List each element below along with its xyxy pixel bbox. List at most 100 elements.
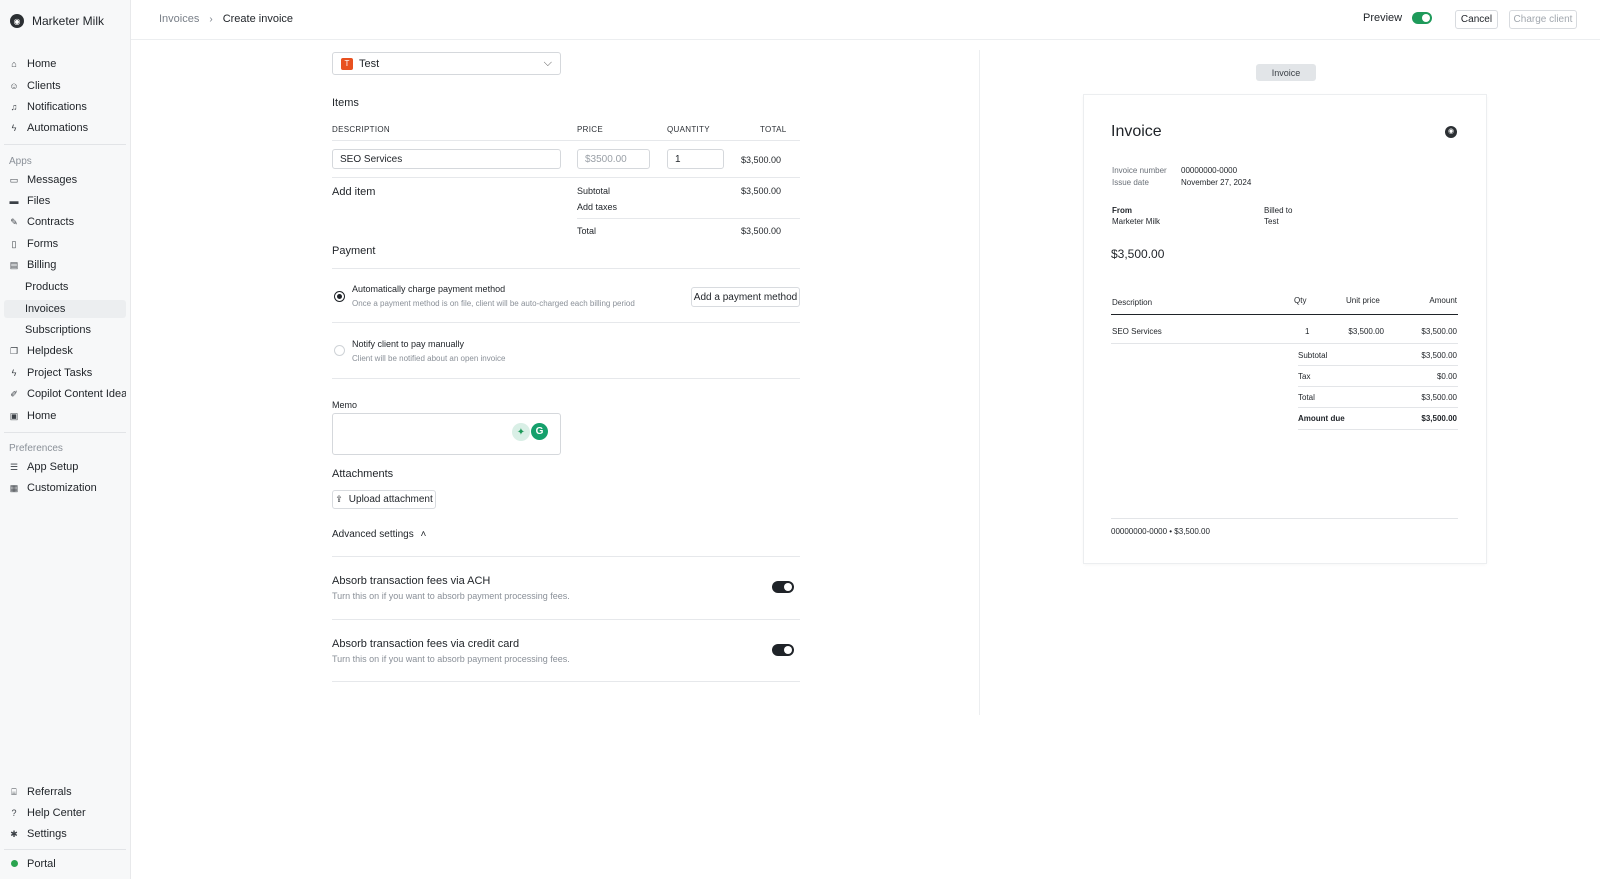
row-description: SEO Services [1112, 327, 1162, 336]
from-value: Marketer Milk [1112, 217, 1161, 226]
bell-icon: ♫ [10, 102, 18, 112]
total-value: $3,500.00 [741, 226, 782, 236]
gift-icon: ⌸ [11, 786, 17, 797]
summary-divider [1298, 365, 1458, 366]
sidebar-item-app-setup[interactable]: ☰ App Setup [4, 458, 126, 476]
add-payment-method-button[interactable]: Add a payment method [691, 287, 800, 307]
from-label: From [1112, 206, 1132, 215]
users-icon: ☺ [9, 81, 19, 91]
book-icon: ❐ [9, 345, 19, 356]
billed-to-label: Billed to [1264, 206, 1293, 215]
cc-toggle[interactable] [772, 644, 794, 656]
tax-label: Tax [1298, 372, 1311, 381]
amount-due-value: $3,500.00 [1421, 414, 1457, 423]
divider [332, 268, 800, 269]
divider [332, 177, 800, 178]
sidebar-item-portal[interactable]: Portal [4, 855, 126, 873]
sidebar-item-subscriptions[interactable]: Subscriptions [4, 321, 126, 339]
sidebar-item-notifications[interactable]: ♫ Notifications [4, 98, 126, 116]
invoice-number-label: Invoice number [1112, 166, 1167, 175]
memo-label: Memo [332, 400, 358, 410]
sidebar-item-messages[interactable]: ▭ Messages [4, 171, 126, 189]
preview-toggle-group: Preview [1363, 12, 1433, 24]
divider [332, 556, 800, 557]
message-icon: ▭ [9, 174, 19, 185]
amount-due-label: Amount due [1298, 414, 1345, 423]
col-quantity: QUANTITY [667, 125, 710, 134]
col-description: Description [1112, 298, 1153, 307]
upload-attachment-button[interactable]: ⇪ Upload attachment [332, 490, 436, 509]
table-header-rule [1111, 314, 1458, 315]
row-qty: 1 [1305, 327, 1310, 336]
table-row-divider [1111, 343, 1458, 344]
preview-label: Preview [1363, 12, 1403, 24]
lightbulb-icon[interactable]: ✦ [512, 423, 530, 441]
sidebar-item-settings[interactable]: ✱ Settings [4, 825, 126, 843]
folder-icon: ▬ [9, 196, 19, 206]
tax-value: $0.00 [1436, 372, 1457, 381]
issue-date-label: Issue date [1112, 178, 1149, 187]
top-bar: Invoices › Create invoice Preview Cancel… [131, 0, 1600, 40]
sidebar-item-project-tasks[interactable]: ϟ Project Tasks [4, 364, 126, 382]
add-taxes-link[interactable]: Add taxes [577, 202, 617, 212]
sidebar-divider [4, 432, 126, 433]
billing-icon: ▤ [9, 259, 19, 270]
breadcrumb-invoices[interactable]: Invoices [159, 13, 199, 25]
cc-title: Absorb transaction fees via credit card [332, 638, 520, 650]
preview-toggle[interactable] [1412, 12, 1433, 24]
brand-name: Marketer Milk [32, 14, 105, 28]
building-icon: ▣ [9, 410, 19, 421]
items-heading: Items [332, 97, 359, 109]
sidebar-item-forms[interactable]: ▯ Forms [4, 235, 126, 253]
sidebar-item-clients[interactable]: ☺ Clients [4, 77, 126, 95]
gear-icon: ✱ [10, 828, 18, 839]
contract-icon: ✎ [10, 216, 18, 227]
sidebar-item-helpdesk[interactable]: ❐ Helpdesk [4, 342, 126, 360]
item-price-input[interactable]: $3500.00 [577, 149, 650, 169]
footer-divider [1111, 518, 1458, 519]
sidebar-item-files[interactable]: ▬ Files [4, 192, 126, 210]
sidebar-item-home[interactable]: ⌂ Home [4, 55, 126, 73]
total-label: Total [577, 226, 597, 236]
sidebar-item-products[interactable]: Products [4, 278, 126, 296]
add-item-link[interactable]: Add item [332, 186, 375, 198]
col-total: TOTAL [760, 125, 787, 134]
upload-icon: ⇪ [335, 494, 343, 504]
grammarly-icon[interactable]: G [531, 423, 548, 440]
breadcrumb-current: Create invoice [222, 13, 294, 25]
sidebar-item-referrals[interactable]: ⌸ Referrals [4, 783, 126, 801]
cancel-button[interactable]: Cancel [1455, 10, 1498, 29]
radio-manual[interactable] [334, 345, 345, 356]
invoice-number: 00000000-0000 [1181, 166, 1238, 175]
subtotal-value: $3,500.00 [741, 186, 782, 196]
chevron-right-icon: › [209, 13, 213, 25]
sidebar-item-customization[interactable]: ▦ Customization [4, 479, 126, 497]
divider [332, 140, 800, 141]
item-description-input[interactable]: SEO Services [332, 149, 561, 169]
sidebar-item-automations[interactable]: ϟ Automations [4, 119, 126, 137]
invoice-preview-tab[interactable]: Invoice [1256, 64, 1316, 81]
client-select[interactable]: T Test ⌵ [332, 52, 561, 75]
item-quantity-input[interactable]: 1 [667, 149, 724, 169]
lightning-icon: ϟ [11, 368, 17, 378]
issue-date: November 27, 2024 [1181, 178, 1252, 187]
clipboard-icon: ▯ [11, 238, 17, 249]
radio-auto-charge[interactable] [334, 291, 345, 302]
sidebar-item-copilot-content[interactable]: ✐Copilot Content Ideat... [4, 385, 126, 403]
sidebar-item-home-app[interactable]: ▣ Home [4, 407, 126, 425]
manual-title: Notify client to pay manually [352, 339, 465, 349]
sidebar-item-contracts[interactable]: ✎ Contracts [4, 213, 126, 231]
payment-heading: Payment [332, 245, 376, 257]
sidebar-item-billing[interactable]: ▤ Billing [4, 256, 126, 274]
help-icon: ? [11, 808, 17, 818]
advanced-settings-toggle[interactable]: Advanced settings ˄ [332, 529, 426, 540]
sidebar-item-help-center[interactable]: ? Help Center [4, 804, 126, 822]
preferences-heading: Preferences [9, 443, 63, 454]
workspace-switcher[interactable]: ◉ Marketer Milk [10, 14, 104, 28]
sidebar-item-invoices[interactable]: Invoices [4, 300, 126, 318]
sidebar-divider [4, 849, 126, 850]
charge-client-button[interactable]: Charge client [1509, 10, 1577, 29]
item-total: $3,500.00 [741, 155, 782, 165]
memo-textarea[interactable]: ✦ G [332, 413, 561, 455]
ach-toggle[interactable] [772, 581, 794, 593]
